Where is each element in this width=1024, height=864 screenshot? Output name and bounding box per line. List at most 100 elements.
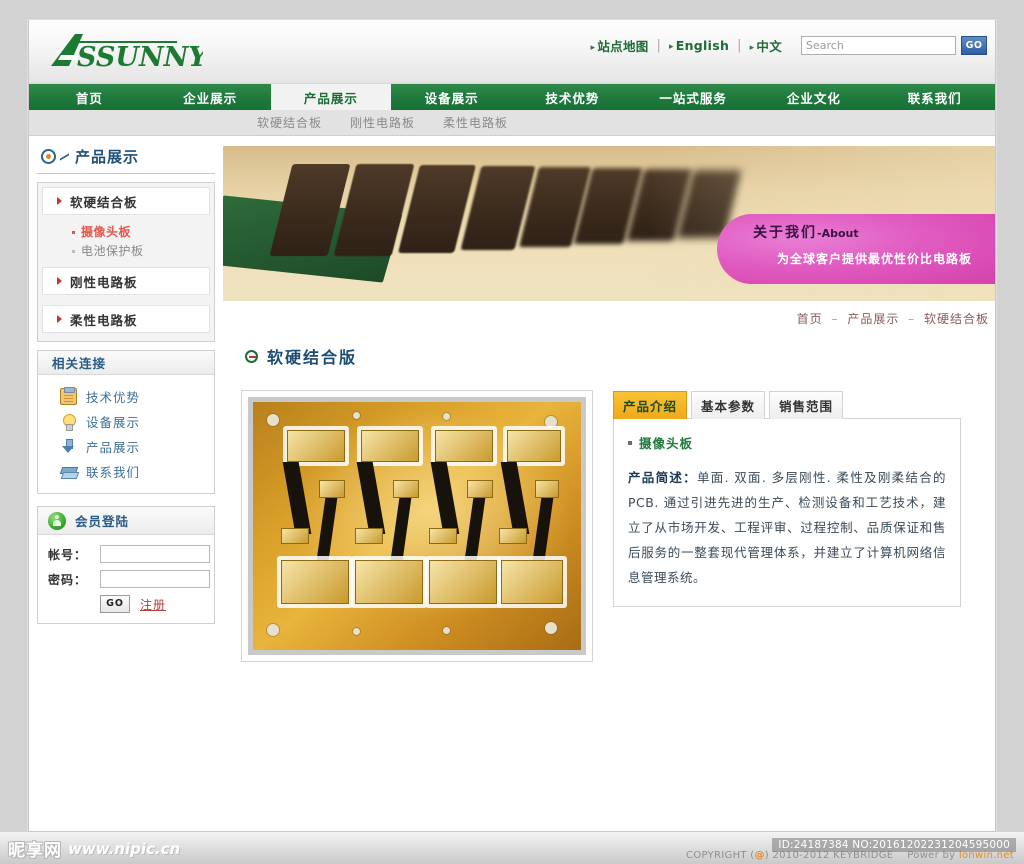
related-link-contact[interactable]: 联系我们 xyxy=(38,459,214,484)
pcb-pad xyxy=(281,560,349,604)
login-username-input[interactable] xyxy=(100,545,210,563)
main-navigation: 首页 企业展示 产品展示 设备展示 技术优势 一站式服务 企业文化 联系我们 xyxy=(29,84,995,110)
product-tabs: 产品介绍 基本参数 销售范围 xyxy=(613,390,961,419)
subnav-item-rigid-flex[interactable]: 软硬结合板 xyxy=(257,114,322,131)
sidebar-subitem-camera-board[interactable]: 摄像头板 xyxy=(72,223,210,242)
related-link-technology[interactable]: 技术优势 xyxy=(38,384,214,409)
site-container: SSUNNY ▸站点地图 | ▸English | ▸中文 GO xyxy=(28,20,996,832)
search-input[interactable] xyxy=(801,36,956,55)
nav-item-products[interactable]: 产品展示 xyxy=(270,84,392,110)
about-us-badge[interactable]: 关于我们-About 为全球客户提供最优性价比电路板 xyxy=(717,214,995,284)
top-link-english-label: English xyxy=(675,38,730,53)
breadcrumb-separator: – xyxy=(831,312,839,326)
product-description: 产品简述：单面. 双面. 多层刚性. 柔性及刚柔结合的PCB. 通过引进先进的生… xyxy=(628,465,946,590)
nav-item-home[interactable]: 首页 xyxy=(29,84,150,110)
bullet-arrow-icon: ▸ xyxy=(749,43,755,53)
top-link-english[interactable]: ▸ English xyxy=(662,38,736,53)
related-links-header: 相关连接 xyxy=(38,351,214,375)
minus-circle-icon xyxy=(245,349,258,363)
lightbulb-icon xyxy=(60,413,77,431)
copyright-prefix: COPYRIGHT ( xyxy=(686,850,755,861)
login-username-label: 帐号： xyxy=(48,547,88,562)
site-header: SSUNNY ▸站点地图 | ▸English | ▸中文 GO xyxy=(29,20,995,84)
triangle-right-icon xyxy=(57,197,62,205)
subnav-item-flex[interactable]: 柔性电路板 xyxy=(443,114,508,131)
nipic-watermark: 昵享网 www.nipic.cn xyxy=(8,836,180,862)
main-column: 关于我们-About 为全球客户提供最优性价比电路板 首页 – 产品展示 – 软… xyxy=(223,146,995,830)
top-link-chinese-label: 中文 xyxy=(756,39,782,54)
nav-item-technology[interactable]: 技术优势 xyxy=(512,84,633,110)
assunny-logo-svg: SSUNNY xyxy=(51,34,210,73)
bullet-arrow-icon: ▸ xyxy=(590,43,596,53)
breadcrumb: 首页 – 产品展示 – 软硬结合板 xyxy=(223,301,995,336)
bullet-square-icon xyxy=(72,231,75,234)
product-description-label: 产品简述： xyxy=(628,470,697,485)
subnav-item-rigid[interactable]: 刚性电路板 xyxy=(350,114,415,131)
download-arrow-icon xyxy=(60,438,77,455)
nav-item-onestop[interactable]: 一站式服务 xyxy=(633,84,754,110)
pcb-hole xyxy=(353,412,360,419)
sidebar-item-rigid[interactable]: 刚性电路板 xyxy=(42,267,210,295)
about-us-title: 关于我们-About xyxy=(753,222,859,242)
related-links-body: 技术优势 设备展示 产品展示 联系我们 xyxy=(38,375,214,493)
breadcrumb-item-products[interactable]: 产品展示 xyxy=(847,312,899,326)
tab-introduction[interactable]: 产品介绍 xyxy=(613,391,688,419)
product-detail-area: 产品介绍 基本参数 销售范围 摄像头板 产品简述：单面. 双面. 多层刚性. 柔… xyxy=(223,368,995,662)
sidebar-item-rigid-flex[interactable]: 软硬结合板 xyxy=(42,187,210,215)
nav-item-contact[interactable]: 联系我们 xyxy=(874,84,995,110)
nav-item-culture[interactable]: 企业文化 xyxy=(754,84,875,110)
pcb-pad xyxy=(393,480,419,498)
top-link-chinese[interactable]: ▸ 中文 xyxy=(743,36,789,55)
search-go-button[interactable]: GO xyxy=(961,36,987,55)
sidebar-subitem-battery-board-label: 电池保护板 xyxy=(81,244,144,258)
bullet-square-icon xyxy=(72,250,75,253)
related-link-products[interactable]: 产品展示 xyxy=(38,434,214,459)
pcb-hole xyxy=(267,624,279,636)
page-title-label: 软硬结合版 xyxy=(267,348,358,367)
svg-text:SSUNNY: SSUNNY xyxy=(77,42,203,73)
breadcrumb-separator: – xyxy=(908,312,916,326)
related-link-contact-label: 联系我们 xyxy=(86,465,141,480)
sidebar-item-flex[interactable]: 柔性电路板 xyxy=(42,305,210,333)
company-logo[interactable]: SSUNNY xyxy=(43,28,210,76)
nav-item-company[interactable]: 企业展示 xyxy=(150,84,271,110)
pcb-hole xyxy=(267,414,279,426)
related-link-technology-label: 技术优势 xyxy=(86,390,141,405)
tab-parameters[interactable]: 基本参数 xyxy=(691,391,766,419)
product-description-body: 单面. 双面. 多层刚性. 柔性及刚柔结合的PCB. 通过引进先进的生产、检测设… xyxy=(628,470,946,585)
sidebar: 产品展示 软硬结合板 摄像头板 电池保护板 刚性电路板 柔性电路板 相关连接 技… xyxy=(29,146,223,830)
pcb-pad xyxy=(287,430,345,462)
pcb-pad xyxy=(281,528,309,544)
sub-navigation: 软硬结合板 刚性电路板 柔性电路板 xyxy=(29,110,995,136)
tab-sales-scope[interactable]: 销售范围 xyxy=(769,391,844,419)
target-circle-icon xyxy=(41,149,56,164)
breadcrumb-item-home[interactable]: 首页 xyxy=(797,312,823,326)
bullet-square-icon xyxy=(628,440,632,445)
pcb-trace xyxy=(356,462,386,534)
pcb-pad xyxy=(355,560,423,604)
sidebar-subitem-battery-board[interactable]: 电池保护板 xyxy=(72,242,210,261)
pcb-pad xyxy=(501,560,563,604)
product-content-heading-label: 摄像头板 xyxy=(639,436,694,451)
nav-item-equipment[interactable]: 设备展示 xyxy=(391,84,512,110)
sidebar-item-flex-label: 柔性电路板 xyxy=(70,312,138,328)
hero-banner: 关于我们-About 为全球客户提供最优性价比电路板 xyxy=(223,146,995,301)
sidebar-item-rigid-label: 刚性电路板 xyxy=(70,274,138,290)
tab-panel-content: 摄像头板 产品简述：单面. 双面. 多层刚性. 柔性及刚柔结合的PCB. 通过引… xyxy=(613,418,961,607)
related-link-equipment[interactable]: 设备展示 xyxy=(38,409,214,434)
about-us-subtitle: 为全球客户提供最优性价比电路板 xyxy=(777,252,973,266)
login-go-button[interactable]: GO xyxy=(100,595,130,613)
pcb-hole xyxy=(353,628,360,635)
pcb-pad xyxy=(429,560,497,604)
page-root: SSUNNY ▸站点地图 | ▸English | ▸中文 GO xyxy=(0,0,1024,864)
related-links-panel: 相关连接 技术优势 设备展示 产品展示 联系我们 xyxy=(37,350,215,494)
product-image[interactable] xyxy=(248,397,586,655)
related-links-title: 相关连接 xyxy=(52,356,107,371)
watermark-cn-text: 昵享网 xyxy=(8,841,62,861)
sidebar-section-title-label: 产品展示 xyxy=(75,148,140,166)
search-form: GO xyxy=(801,36,987,55)
register-link[interactable]: 注册 xyxy=(140,596,166,613)
about-us-title-cn: 关于我们 xyxy=(753,225,817,241)
login-password-input[interactable] xyxy=(100,570,210,588)
top-link-sitemap[interactable]: ▸ 站点地图 xyxy=(584,36,656,55)
